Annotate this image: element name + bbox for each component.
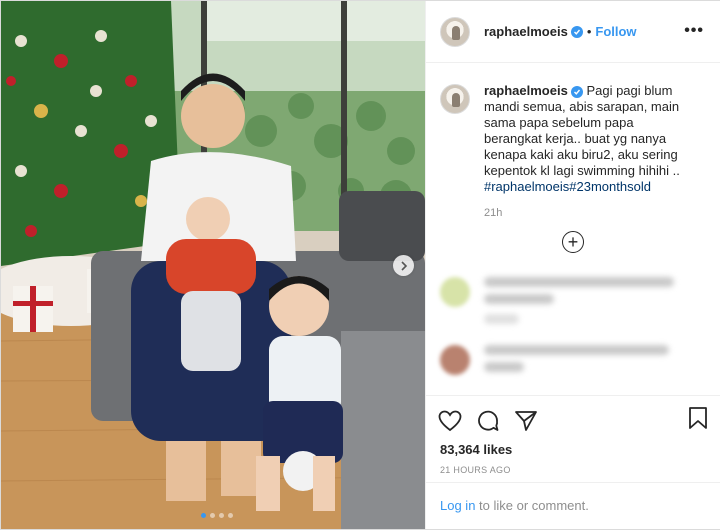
photo-illustration [1, 1, 425, 529]
hashtag-link[interactable]: #23monthsold [569, 179, 651, 194]
heart-icon[interactable] [438, 410, 462, 432]
carousel-indicator [201, 513, 233, 518]
carousel-dot [201, 513, 206, 518]
blurred-comment-text [484, 277, 674, 331]
post-photo[interactable] [1, 1, 425, 529]
caption-author-avatar[interactable] [440, 84, 470, 114]
post-side-panel: raphaelmoeis • Follow ••• raphaelmoeis P… [425, 1, 720, 529]
post-actions: 83,364 likes 21 HOURS AGO Log in to like… [426, 395, 720, 531]
follow-button[interactable]: Follow [595, 24, 636, 39]
login-prompt-text: to like or comment. [475, 498, 589, 513]
verified-badge-icon [570, 25, 583, 38]
blurred-comment-text [484, 345, 669, 379]
instagram-post-modal: raphaelmoeis • Follow ••• raphaelmoeis P… [0, 0, 720, 530]
author-avatar[interactable] [440, 16, 470, 47]
caption-username[interactable]: raphaelmoeis [484, 83, 568, 98]
post-timestamp: 21 HOURS AGO [440, 465, 511, 475]
bookmark-icon[interactable] [688, 406, 708, 435]
carousel-dot [219, 513, 224, 518]
caption: raphaelmoeis Pagi pagi blum mandi semua,… [440, 63, 706, 195]
hashtag-link[interactable]: #raphaelmoeis [484, 179, 569, 194]
carousel-dot [210, 513, 215, 518]
comment-bubble-icon[interactable] [476, 409, 500, 433]
plus-circle-icon[interactable]: + [562, 231, 584, 253]
action-icons [426, 396, 720, 436]
next-slide-button[interactable] [393, 255, 414, 276]
likes-count[interactable]: 83,364 likes [426, 436, 720, 457]
caption-text-block: raphaelmoeis Pagi pagi blum mandi semua,… [484, 83, 694, 195]
author-username[interactable]: raphaelmoeis [484, 24, 568, 39]
separator-dot: • [586, 24, 592, 39]
blurred-comment [440, 345, 706, 379]
chevron-right-icon [400, 260, 407, 271]
login-link[interactable]: Log in [440, 498, 475, 513]
verified-badge-icon [570, 85, 583, 98]
login-prompt: Log in to like or comment. [426, 482, 720, 532]
blurred-comment [440, 277, 706, 331]
carousel-dot [228, 513, 233, 518]
ellipsis-icon[interactable]: ••• [684, 23, 704, 39]
paper-plane-icon[interactable] [514, 409, 538, 433]
blurred-avatar [440, 345, 470, 375]
caption-timestamp: 21h [484, 207, 503, 219]
blurred-avatar [440, 277, 470, 307]
comments-list[interactable]: raphaelmoeis Pagi pagi blum mandi semua,… [426, 63, 720, 395]
post-header: raphaelmoeis • Follow ••• [426, 1, 720, 63]
